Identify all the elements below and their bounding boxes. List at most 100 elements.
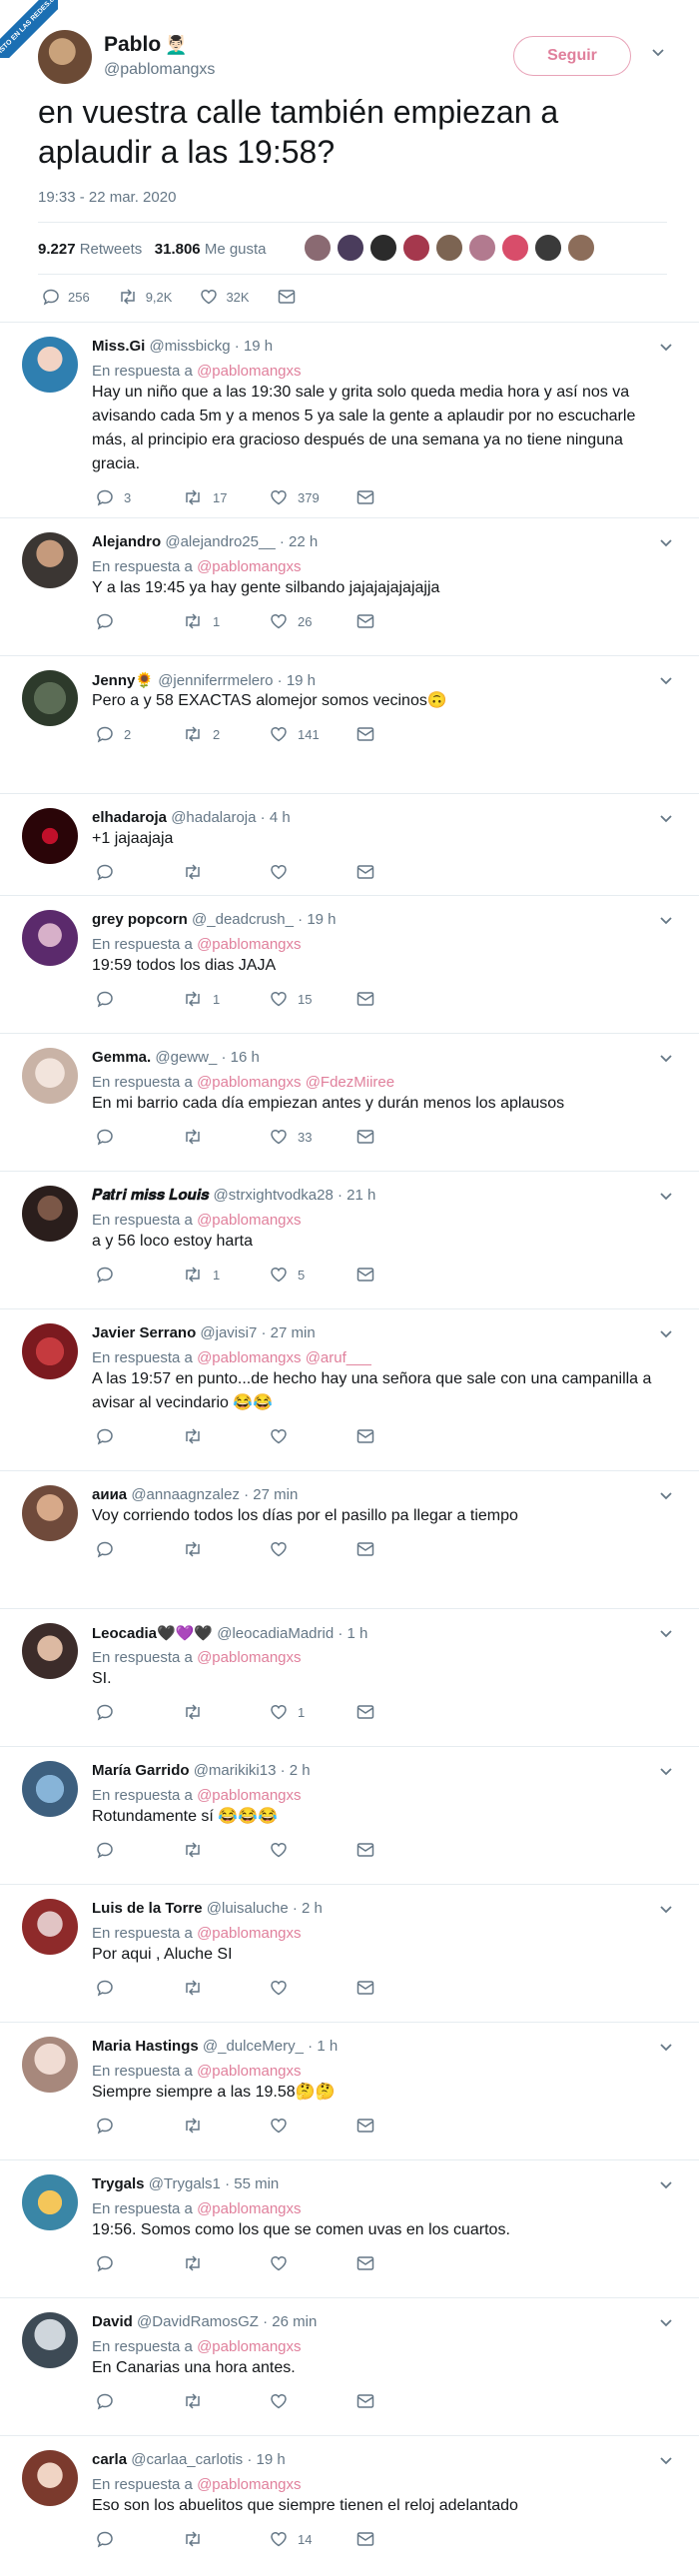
like-action[interactable]: 32K (200, 288, 250, 306)
reply-tweet[interactable]: Gemma. @geww_ · 16 h En respuesta a @pabl… (0, 1033, 699, 1171)
reply-timestamp[interactable]: · 2 h (281, 1762, 311, 1779)
author-handle[interactable]: @carlaa_carlotis (131, 2451, 243, 2468)
reply-tweet[interactable]: grey popcorn @_deadcrush_ · 19 h En respu… (0, 895, 699, 1033)
reply-timestamp[interactable]: · 27 min (244, 1486, 298, 1503)
avatar[interactable] (22, 532, 78, 588)
retweet-action[interactable] (183, 1703, 270, 1721)
author-name[interactable]: Jenny🌻 (92, 672, 154, 689)
reply-timestamp[interactable]: · 19 h (298, 911, 336, 928)
reply-timestamp[interactable]: · 16 h (221, 1049, 259, 1066)
avatar[interactable] (22, 2037, 78, 2093)
like-action[interactable]: 141 (270, 725, 356, 743)
retweet-action[interactable] (183, 1128, 270, 1146)
author-name[interactable]: David (92, 2313, 133, 2330)
message-action[interactable] (356, 2118, 384, 2134)
author-handle[interactable]: @Trygals1 (149, 2175, 221, 2192)
author-name-text[interactable]: Pablo (104, 33, 161, 56)
reply-action[interactable] (96, 2530, 183, 2548)
reply-action[interactable] (96, 1128, 183, 1146)
chevron-down-icon[interactable] (659, 674, 673, 688)
reply-tweet[interactable]: Leocadia🖤💜🖤 @leocadiaMadrid · 1 h En resp… (0, 1608, 699, 1746)
mention-link[interactable]: @pablomangxs (197, 2476, 301, 2493)
retweet-action[interactable]: 1 (183, 612, 270, 630)
reply-action[interactable] (96, 2117, 183, 2135)
author-name[interactable]: Alejandro (92, 533, 161, 550)
retweet-action[interactable] (183, 2392, 270, 2410)
reply-action[interactable] (96, 2254, 183, 2272)
mention-link[interactable]: @pablomangxs (197, 2200, 301, 2217)
reply-action[interactable]: 3 (96, 488, 183, 506)
reply-tweet[interactable]: Jenny🌻 @jenniferrmelero · 19 h Pero a y 5… (0, 655, 699, 793)
like-action[interactable]: 26 (270, 612, 356, 630)
chevron-down-icon[interactable] (659, 1327, 673, 1341)
author-name[interactable]: Pablo 💆🏻‍♂️ (104, 33, 188, 57)
chevron-down-icon[interactable] (659, 1190, 673, 1204)
reply-timestamp[interactable]: · 19 h (278, 672, 316, 689)
author-handle[interactable]: @leocadiaMadrid (217, 1625, 334, 1642)
avatar[interactable] (22, 670, 78, 726)
author-handle[interactable]: @pablomangxs (104, 61, 215, 79)
author-handle[interactable]: @strxightvodka28 (214, 1187, 334, 1204)
author-handle[interactable]: @hadalaroja (171, 809, 256, 826)
retweets-label[interactable]: Retweets (80, 241, 143, 258)
chevron-down-icon[interactable] (659, 1489, 673, 1503)
avatar[interactable] (303, 233, 333, 263)
reply-tweet[interactable]: elhadaroja @hadalaroja · 4 h +1 jajaajaja (0, 793, 699, 895)
author-handle[interactable]: @geww_ (155, 1049, 217, 1066)
message-action[interactable] (356, 1428, 384, 1444)
reply-timestamp[interactable]: · 19 h (235, 338, 273, 355)
tweet-timestamp[interactable]: 19:33 - 22 mar. 2020 (38, 189, 176, 206)
follow-button[interactable]: Seguir (513, 36, 631, 76)
author-name[interactable]: María Garrido (92, 1762, 190, 1779)
avatar[interactable] (22, 1623, 78, 1679)
reply-timestamp[interactable]: · 1 h (338, 1625, 367, 1642)
reply-action[interactable] (96, 1703, 183, 1721)
retweet-action[interactable] (183, 863, 270, 881)
reply-tweet[interactable]: Maria Hastings @_dulceMery_ · 1 h En resp… (0, 2022, 699, 2159)
mention-link[interactable]: @pablomangxs @FdezMiiree (197, 1074, 394, 1091)
author-handle[interactable]: @luisaluche (207, 1900, 289, 1917)
message-action[interactable] (356, 1842, 384, 1858)
retweet-action[interactable] (183, 1979, 270, 1997)
retweet-action[interactable] (183, 1427, 270, 1445)
reply-action[interactable] (96, 990, 183, 1008)
author-handle[interactable]: @alejandro25__ (165, 533, 275, 550)
avatar[interactable] (533, 233, 563, 263)
message-action[interactable] (356, 2531, 384, 2547)
retweet-action[interactable] (183, 1540, 270, 1558)
retweet-action[interactable] (183, 2530, 270, 2548)
retweet-action[interactable] (183, 2254, 270, 2272)
chevron-down-icon[interactable] (659, 2454, 673, 2468)
message-action[interactable] (356, 726, 384, 742)
mention-link[interactable]: @pablomangxs (197, 2338, 301, 2355)
reply-action[interactable] (96, 1540, 183, 1558)
retweet-action[interactable] (183, 1841, 270, 1859)
reply-timestamp[interactable]: · 55 min (225, 2175, 279, 2192)
reply-tweet[interactable]: carla @carlaa_carlotis · 19 h En respuest… (0, 2435, 699, 2576)
author-name[interactable]: Javier Serrano (92, 1324, 196, 1341)
author-name[interactable]: grey popcorn (92, 911, 188, 928)
like-action[interactable] (270, 1841, 356, 1859)
reply-tweet[interactable]: Trygals @Trygals1 · 55 min En respuesta a… (0, 2159, 699, 2297)
likes-count[interactable]: 31.806 (155, 241, 201, 258)
author-handle[interactable]: @jenniferrmelero (158, 672, 273, 689)
like-action[interactable] (270, 1427, 356, 1445)
author-name[interactable]: 𝑷𝒂𝒕𝒓𝒊 𝒎𝒊𝒔𝒔 𝑳𝒐𝒖𝒊𝒔 (92, 1187, 209, 1204)
chevron-down-icon[interactable] (659, 1765, 673, 1779)
reply-tweet[interactable]: María Garrido @marikiki13 · 2 h En respue… (0, 1746, 699, 1884)
retweet-action[interactable] (183, 2117, 270, 2135)
reply-timestamp[interactable]: · 19 h (247, 2451, 285, 2468)
message-action[interactable] (356, 489, 384, 505)
avatar[interactable] (500, 233, 530, 263)
mention-link[interactable]: @pablomangxs (197, 1212, 301, 1229)
like-action[interactable]: 379 (270, 488, 356, 506)
retweet-action[interactable]: 1 (183, 1266, 270, 1284)
reply-action[interactable] (96, 1427, 183, 1445)
chevron-down-icon[interactable] (659, 1052, 673, 1066)
message-action[interactable] (356, 1704, 384, 1720)
author-handle[interactable]: @annaagnzalez (131, 1486, 240, 1503)
avatar[interactable] (368, 233, 398, 263)
avatar[interactable] (22, 1485, 78, 1541)
mention-link[interactable]: @pablomangxs (197, 1649, 301, 1666)
like-action[interactable]: 33 (270, 1128, 356, 1146)
